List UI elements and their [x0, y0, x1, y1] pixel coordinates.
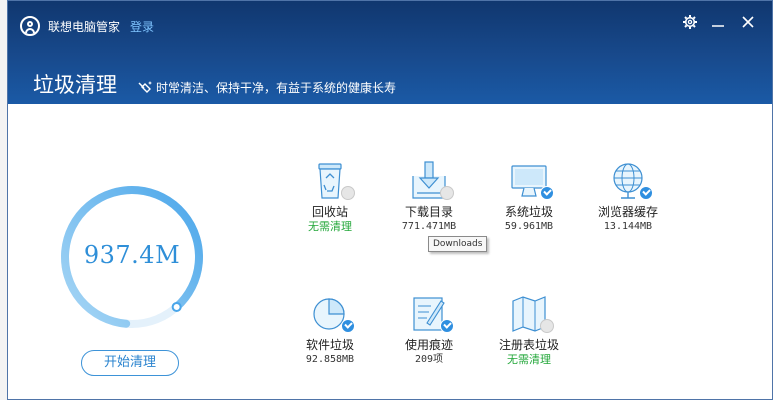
item-registry-junk[interactable]: 注册表垃圾 无需清理 [483, 293, 575, 367]
item-download-folder[interactable]: 下载目录 771.471MB [383, 160, 475, 234]
item-value: 209项 [414, 354, 444, 365]
minimize-icon[interactable] [706, 10, 730, 34]
item-value: 92.858MB [305, 354, 355, 365]
download-folder-icon [409, 160, 454, 202]
item-value: 无需清理 [308, 220, 352, 233]
status-checked-icon [540, 186, 554, 200]
close-icon[interactable] [736, 10, 760, 34]
monitor-icon [509, 160, 554, 202]
settings-gear-icon[interactable] [678, 10, 702, 34]
item-software-junk[interactable]: 软件垃圾 92.858MB [284, 293, 376, 367]
slogan: 时常清洁、保持干净，有益于系统的健康长寿 [156, 81, 397, 95]
status-checked-icon [341, 319, 355, 333]
globe-icon [608, 160, 653, 202]
item-label: 浏览器缓存 [597, 205, 658, 219]
item-value: 无需清理 [507, 353, 551, 366]
start-cleaning-button[interactable]: 开始清理 [81, 350, 179, 376]
item-value: 771.471MB [401, 221, 457, 232]
item-browser-cache[interactable]: 浏览器缓存 13.144MB [582, 160, 674, 234]
recycle-bin-icon [310, 160, 355, 202]
app-title: 联想电脑管家 [48, 20, 121, 34]
header: 联想电脑管家 登录 垃圾清理 时常清洁、保持干净，有益于系统的健康长寿 [8, 1, 772, 104]
app-logo-icon [20, 16, 40, 36]
broom-icon [138, 81, 152, 93]
login-link[interactable]: 登录 [130, 18, 154, 35]
item-value: 13.144MB [603, 221, 653, 232]
status-checked-icon [639, 186, 653, 200]
status-checked-icon [440, 319, 454, 333]
item-label: 软件垃圾 [305, 338, 354, 352]
pie-chart-icon [310, 293, 355, 335]
page-title: 垃圾清理 [33, 73, 117, 97]
item-usage-traces[interactable]: 使用痕迹 209项 [383, 293, 475, 367]
status-unchecked-icon [540, 319, 554, 333]
total-junk-size: 937.4M [83, 241, 181, 269]
item-label: 下载目录 [404, 205, 453, 219]
item-recycle-bin[interactable]: 回收站 无需清理 [284, 160, 376, 234]
status-unchecked-icon [341, 186, 355, 200]
item-label: 系统垃圾 [504, 205, 553, 219]
tooltip: Downloads [428, 236, 488, 252]
ring-progress-knob [171, 301, 182, 312]
item-system-junk[interactable]: 系统垃圾 59.961MB [483, 160, 575, 234]
status-unchecked-icon [440, 186, 454, 200]
item-label: 注册表垃圾 [498, 338, 559, 352]
item-label: 使用痕迹 [404, 338, 453, 352]
map-book-icon [509, 293, 554, 335]
pen-document-icon [409, 293, 454, 335]
item-label: 回收站 [311, 205, 348, 219]
item-value: 59.961MB [504, 221, 554, 232]
